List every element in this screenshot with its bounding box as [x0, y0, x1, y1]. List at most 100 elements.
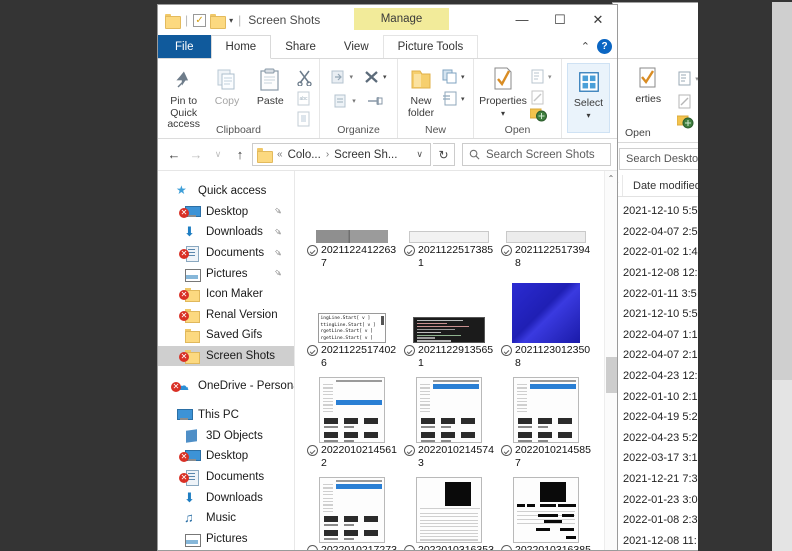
sidebar-item-documents[interactable]: ✕ Documents ✑ [158, 243, 294, 264]
properties-checkbox-icon[interactable]: ✓ [193, 13, 207, 27]
file-thumbnail[interactable] [303, 171, 400, 243]
forward-button[interactable]: → [186, 144, 206, 166]
tab-home[interactable]: Home [210, 35, 272, 59]
file-item[interactable]: 20220103163859 [497, 471, 594, 550]
sidebar-item-desktop[interactable]: ✕ Desktop ✑ [158, 202, 294, 223]
search-input[interactable]: Search Screen Shots [462, 143, 611, 166]
file-thumbnail[interactable] [303, 371, 400, 443]
background-open-with-button[interactable]: ▾ [675, 69, 701, 89]
sidebar-item-this-pc[interactable]: This PC [158, 405, 294, 426]
sidebar-item-desktop[interactable]: ✕ Desktop [158, 446, 294, 467]
sidebar-item-downloads[interactable]: ⬇ Downloads ✑ [158, 222, 294, 243]
sidebar-item-3d-objects[interactable]: 3D Objects [158, 426, 294, 447]
file-item[interactable]: 20211225173851 [400, 171, 497, 269]
file-thumbnail[interactable]: ingLine.Start[ v ] ttingLine.Start[ v ] rg… [303, 271, 400, 343]
background-column-date-modified[interactable]: Date modified [623, 180, 701, 192]
file-item[interactable]: 20220102145612 [303, 371, 400, 469]
breadcrumb[interactable]: « Colo... › Screen Sh... ∨ [252, 143, 431, 166]
copy-to-button[interactable]: ▾ [331, 91, 358, 111]
file-thumbnail[interactable] [497, 271, 594, 343]
file-thumbnail[interactable] [497, 371, 594, 443]
delete-button[interactable]: ▾ [361, 67, 389, 87]
pin-icon[interactable]: ✑ [272, 205, 284, 218]
tab-view[interactable]: View [330, 35, 383, 58]
explorer-window[interactable]: | ✓ ▾ | Screen Shots Manage — ☐ ✕ File H… [157, 4, 618, 551]
file-item[interactable]: 20211225173948 [497, 171, 594, 269]
breadcrumb-overflow-icon[interactable]: « [277, 149, 283, 160]
file-item[interactable]: 20220102172731 [303, 471, 400, 550]
maximize-button[interactable]: ☐ [541, 5, 579, 34]
file-pane[interactable]: 20211224122637 20211225173851 202112251739… [294, 171, 617, 550]
navigation-pane[interactable]: ★ Quick access ✕ Desktop ✑ ⬇ Downloads ✑ ✕ Docume… [158, 171, 294, 550]
select-button[interactable]: Select ▾ [567, 63, 610, 133]
sidebar-item-icon-maker[interactable]: ✕ Icon Maker [158, 284, 294, 305]
collapse-ribbon-icon[interactable]: ⌃ [581, 40, 590, 53]
customize-quick-access-caret-icon[interactable]: ▾ [229, 16, 233, 25]
close-button[interactable]: ✕ [579, 5, 617, 34]
breadcrumb-dropdown-icon[interactable]: ∨ [416, 149, 426, 160]
background-edit-button[interactable] [675, 92, 701, 112]
new-folder-icon[interactable] [210, 13, 227, 29]
history-button[interactable] [528, 104, 554, 124]
file-item[interactable]: 20220103163533 [400, 471, 497, 550]
new-item-button[interactable]: ▾ [440, 67, 467, 87]
breadcrumb-item-1[interactable]: Screen Sh... [334, 149, 397, 161]
minimize-button[interactable]: — [503, 5, 541, 34]
quick-access-toolbar[interactable]: | ✓ ▾ | Screen Shots [158, 13, 320, 29]
move-to-button[interactable]: ▾ [328, 67, 355, 87]
sidebar-item-renal-version[interactable]: ✕ Renal Version [158, 305, 294, 326]
file-item[interactable]: 20211229135651 [400, 271, 497, 369]
contextual-tab-manage[interactable]: Manage [354, 8, 449, 30]
file-item[interactable]: 20220102145743 [400, 371, 497, 469]
copy-to-caret-icon[interactable]: ▾ [352, 97, 356, 105]
cut-button[interactable] [294, 67, 315, 87]
open-with-button[interactable]: ▾ [528, 67, 554, 87]
sidebar-item-pictures[interactable]: Pictures [158, 529, 294, 550]
up-button[interactable]: ↑ [230, 144, 250, 166]
pin-icon[interactable]: ✑ [272, 226, 284, 239]
easy-access-button[interactable]: ▾ [440, 89, 467, 109]
scrollbar-thumb[interactable] [606, 357, 617, 393]
pin-icon[interactable]: ✑ [272, 247, 284, 260]
sidebar-item-documents[interactable]: ✕ Documents [158, 467, 294, 488]
sidebar-item-onedrive-personal[interactable]: ☁ ✕ OneDrive - Personal [158, 375, 294, 396]
tab-picture-tools[interactable]: Picture Tools [382, 35, 479, 58]
file-thumbnail[interactable] [400, 371, 497, 443]
file-item[interactable]: 20211230123508 [497, 271, 594, 369]
refresh-button[interactable]: ↻ [433, 143, 455, 166]
file-thumbnail[interactable] [400, 271, 497, 343]
recent-locations-button[interactable]: ∨ [208, 144, 228, 166]
file-thumbnail[interactable] [400, 171, 497, 243]
help-icon[interactable]: ? [597, 39, 612, 54]
select-caret-icon[interactable]: ▾ [586, 110, 590, 122]
properties-caret-icon[interactable]: ▾ [501, 108, 505, 120]
file-item[interactable]: 20211224122637 [303, 171, 400, 269]
sidebar-item-saved-gifs[interactable]: Saved Gifs [158, 325, 294, 346]
new-item-caret-icon[interactable]: ▾ [461, 73, 465, 81]
pin-icon[interactable]: ✑ [272, 267, 284, 280]
file-thumbnail[interactable] [497, 171, 594, 243]
breadcrumb-item-0[interactable]: Colo... [288, 149, 321, 161]
file-thumbnail[interactable] [497, 471, 594, 543]
sidebar-item-pictures[interactable]: Pictures ✑ [158, 263, 294, 284]
sidebar-item-downloads[interactable]: ⬇ Downloads [158, 487, 294, 508]
open-with-caret-icon[interactable]: ▾ [548, 73, 552, 81]
scroll-up-button[interactable]: ⌃ [605, 171, 617, 185]
move-to-caret-icon[interactable]: ▾ [349, 73, 353, 81]
tab-share[interactable]: Share [271, 35, 330, 58]
rename-button[interactable] [364, 91, 386, 111]
sidebar-item-music[interactable]: ♫ Music [158, 508, 294, 529]
delete-caret-icon[interactable]: ▾ [383, 73, 387, 81]
file-item[interactable]: ingLine.Start[ v ] ttingLine.Start[ v ] rg… [303, 271, 400, 369]
easy-access-caret-icon[interactable]: ▾ [461, 95, 465, 103]
copy-path-button[interactable]: abc [294, 88, 315, 108]
tab-file[interactable]: File [158, 35, 211, 58]
file-item[interactable]: 20220102145857 [497, 371, 594, 469]
back-button[interactable]: ← [164, 144, 184, 166]
sidebar-item-screen-shots[interactable]: ✕ Screen Shots [158, 345, 294, 367]
sidebar-item-quick-access[interactable]: ★ Quick access [158, 181, 294, 202]
file-pane-scrollbar[interactable]: ⌃ [604, 171, 617, 550]
file-grid[interactable]: 20211224122637 20211225173851 202112251739… [295, 171, 617, 550]
file-thumbnail[interactable] [400, 471, 497, 543]
file-thumbnail[interactable] [303, 471, 400, 543]
